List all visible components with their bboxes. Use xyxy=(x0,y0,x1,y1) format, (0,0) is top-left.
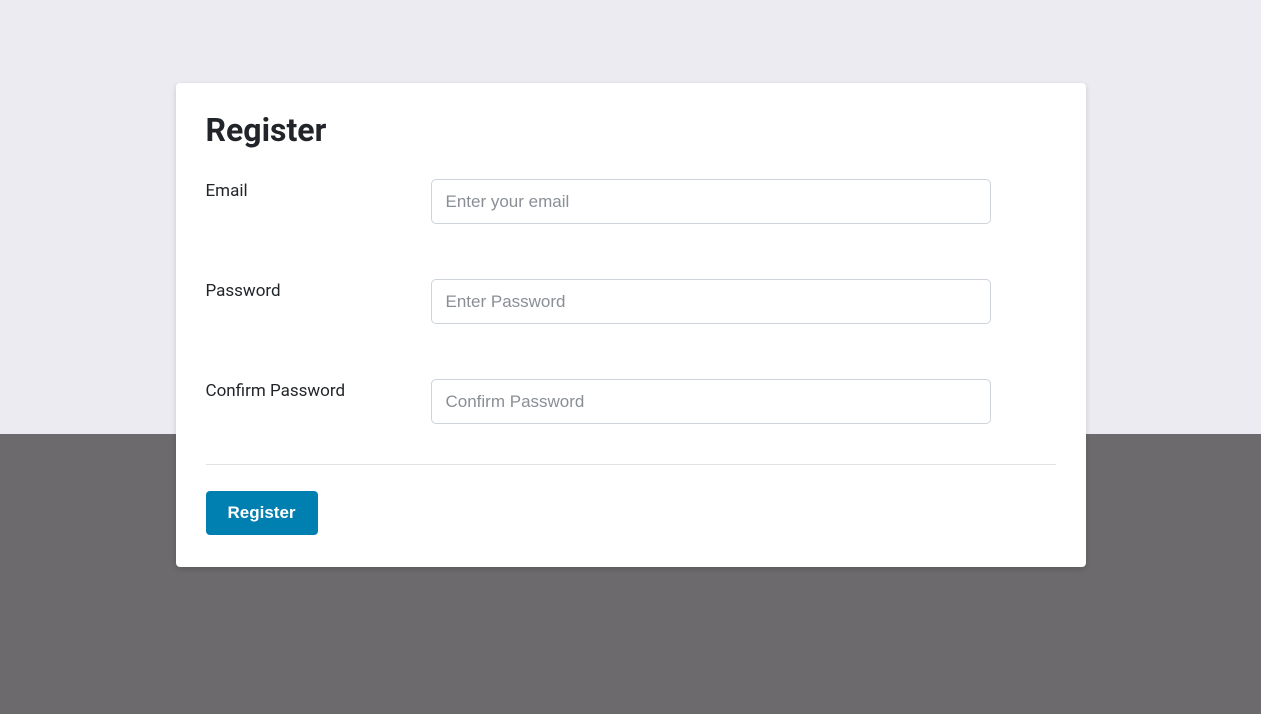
register-card: Register Email Password Confirm Password… xyxy=(176,83,1086,567)
register-button[interactable]: Register xyxy=(206,491,318,535)
form-row-password: Password xyxy=(206,279,1056,324)
password-label: Password xyxy=(206,281,281,301)
email-label: Email xyxy=(206,181,248,201)
form-row-confirm-password: Confirm Password xyxy=(206,379,1056,424)
form-row-email: Email xyxy=(206,179,1056,224)
page-title: Register xyxy=(206,111,1056,149)
email-input[interactable] xyxy=(431,179,991,224)
password-input[interactable] xyxy=(431,279,991,324)
confirm-password-label: Confirm Password xyxy=(206,381,346,401)
divider xyxy=(206,464,1056,465)
confirm-password-input[interactable] xyxy=(431,379,991,424)
